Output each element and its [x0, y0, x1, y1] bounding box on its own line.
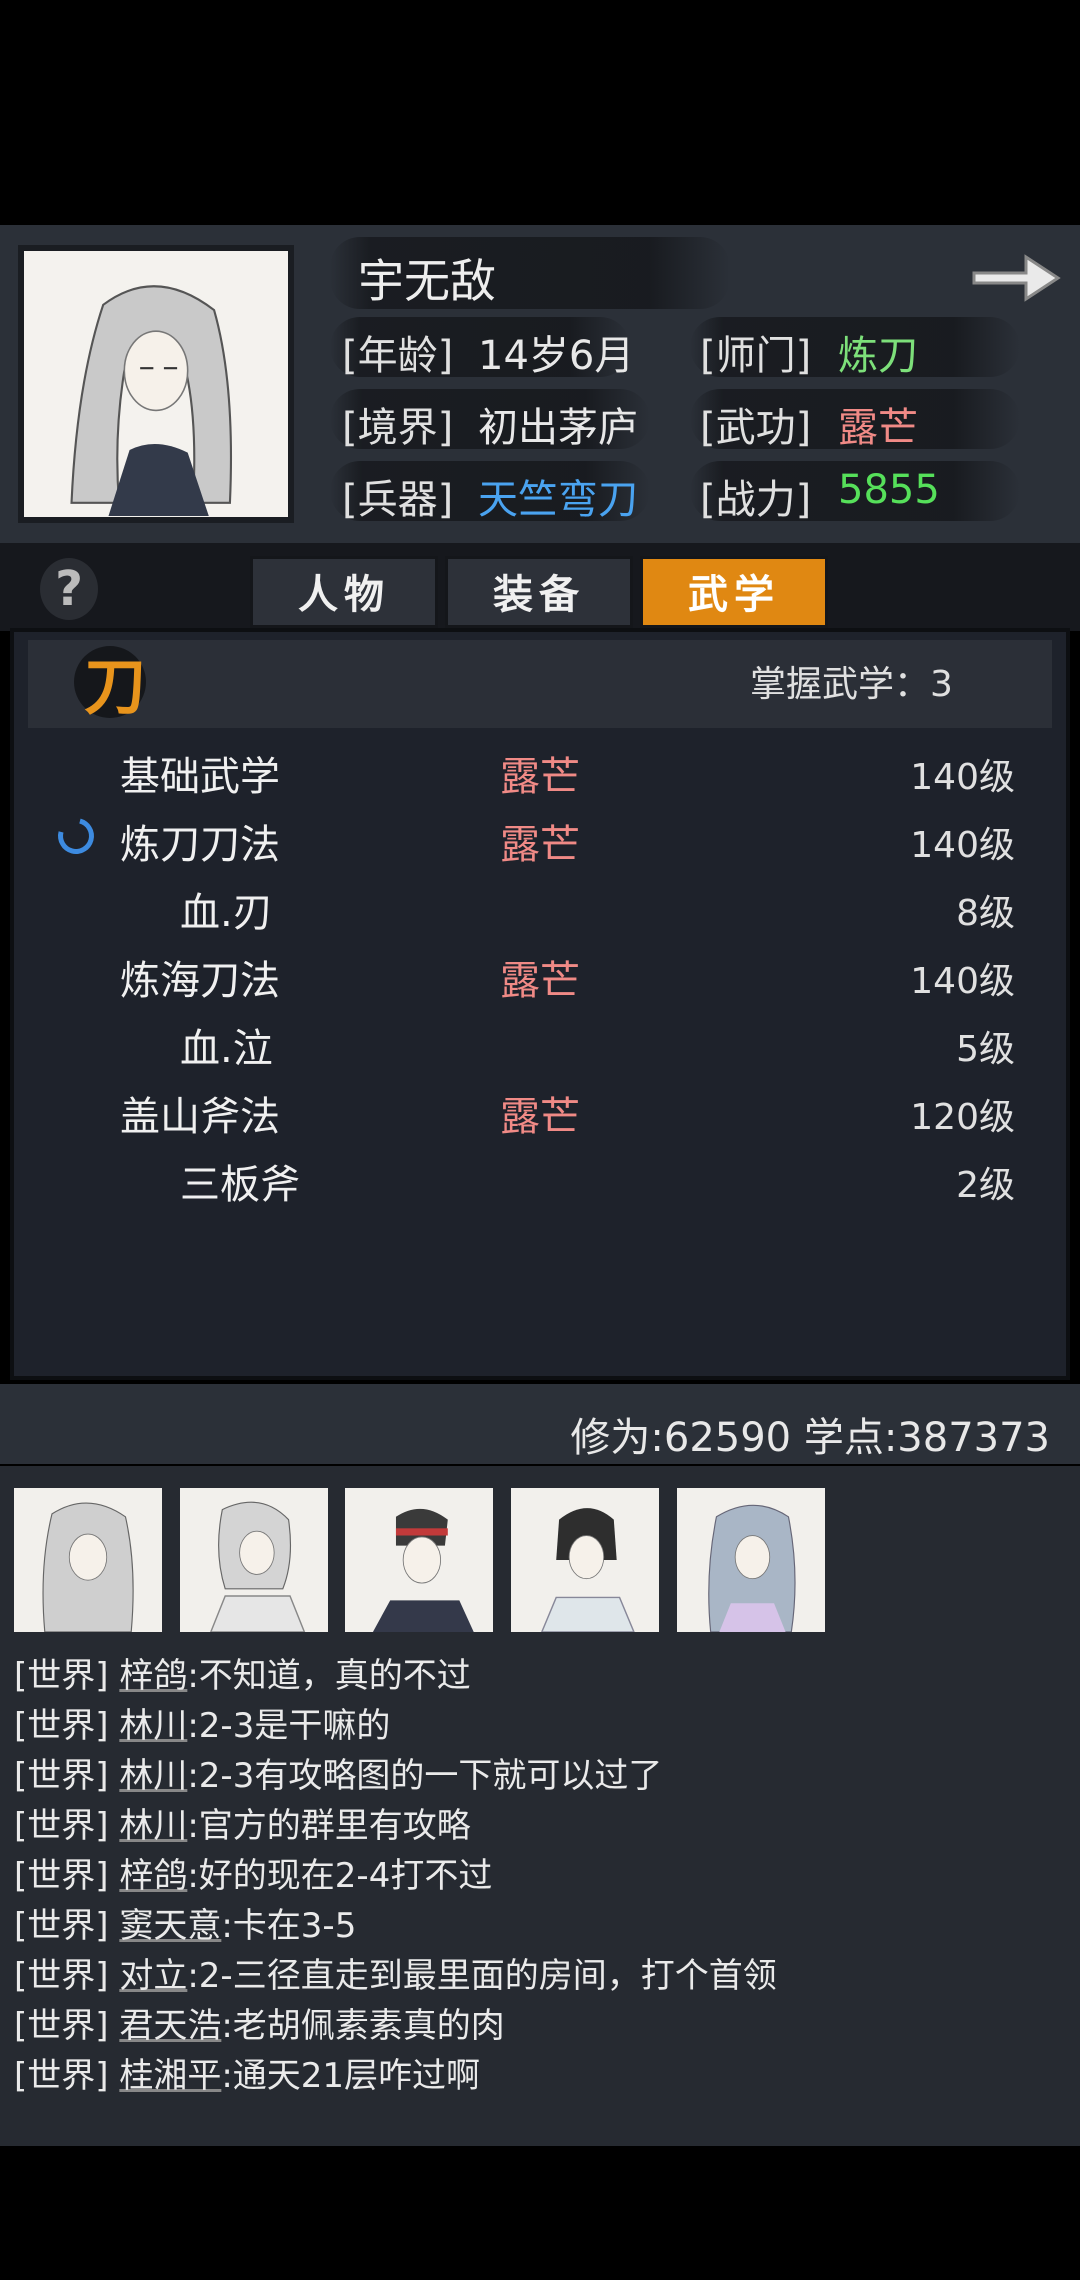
- weapon-value[interactable]: 天竺弯刀: [478, 467, 638, 525]
- skill-realm: 露芒: [500, 754, 580, 800]
- party-portrait-1[interactable]: [14, 1488, 162, 1632]
- skill-level: 140级: [910, 825, 1015, 866]
- chat-message: :2-三径直走到最里面的房间，打个首领: [187, 1956, 777, 1996]
- realm-value: 初出茅庐: [478, 405, 638, 451]
- skill-name[interactable]: 盖山斧法: [120, 1084, 280, 1142]
- skill-level: 120级: [910, 1097, 1015, 1138]
- school-value: 炼刀: [838, 333, 918, 379]
- skill-label: [武功]: [700, 405, 812, 451]
- chat-channel: [世界]: [14, 2006, 109, 2046]
- chat-line: [世界] 对立:2-三径直走到最里面的房间，打个首领: [14, 1948, 777, 1997]
- chat-line: [世界] 林川:2-3有攻略图的一下就可以过了: [14, 1748, 662, 1797]
- portrait-icon: [347, 1488, 491, 1632]
- chat-message: :通天21层咋过啊: [221, 2056, 481, 2096]
- arrow-right-icon[interactable]: [968, 243, 1064, 313]
- party-portrait-5[interactable]: [677, 1488, 825, 1632]
- portrait-icon: [24, 252, 288, 516]
- age-value: 14岁6月: [478, 333, 635, 379]
- chat-line: [世界] 梓鸽:不知道，真的不过: [14, 1648, 471, 1697]
- skill-name[interactable]: 炼海刀法: [120, 948, 280, 1006]
- chat-username[interactable]: 对立: [119, 1956, 187, 1996]
- power-value: 5855: [838, 467, 940, 513]
- skill-name[interactable]: 炼刀刀法: [120, 812, 280, 870]
- character-header: 宇无敌 [年龄] 14岁6月 [师门] 炼刀 [境界] 初出茅庐 [武功] 露芒…: [0, 225, 1080, 543]
- chat-channel: [世界]: [14, 2056, 109, 2096]
- weapon-label: [兵器]: [342, 477, 454, 523]
- chat-message: :不知道，真的不过: [187, 1656, 471, 1696]
- skill-realm: 露芒: [500, 822, 580, 868]
- chat-username[interactable]: 林川: [119, 1706, 187, 1746]
- chat-channel: [世界]: [14, 1856, 109, 1896]
- school-label: [师门]: [700, 333, 812, 379]
- chat-username[interactable]: 梓鸽: [119, 1856, 187, 1896]
- tab-martial-arts[interactable]: 武学: [640, 556, 828, 628]
- skill-level: 140级: [910, 757, 1015, 798]
- portrait-icon: [16, 1488, 160, 1632]
- skill-level: 8级: [956, 893, 1015, 934]
- chat-message: :好的现在2-4打不过: [187, 1856, 493, 1896]
- chat-username[interactable]: 林川: [119, 1756, 187, 1796]
- chat-channel: [世界]: [14, 1656, 109, 1696]
- chat-message: :官方的群里有攻略: [187, 1806, 471, 1846]
- skill-level: 5级: [956, 1029, 1015, 1070]
- skill-realm: 露芒: [500, 1094, 580, 1140]
- tab-character[interactable]: 人物: [250, 556, 438, 628]
- chat-username[interactable]: 君天浩: [119, 2006, 221, 2046]
- character-name: 宇无敌: [358, 254, 496, 308]
- party-portrait-4[interactable]: [511, 1488, 659, 1632]
- chat-line: [世界] 窦天意:卡在3-5: [14, 1898, 356, 1947]
- portrait-icon: [679, 1488, 823, 1632]
- chat-channel: [世界]: [14, 1706, 109, 1746]
- chat-line: [世界] 梓鸽:好的现在2-4打不过: [14, 1848, 492, 1897]
- skill-name[interactable]: 血.泣: [180, 1016, 273, 1074]
- chat-message: :2-3有攻略图的一下就可以过了: [187, 1756, 663, 1796]
- skill-name[interactable]: 基础武学: [120, 744, 280, 802]
- svg-text:刀: 刀: [84, 650, 146, 723]
- cultivation-stats: 修为:62590 学点:387373: [570, 1415, 1050, 1461]
- chat-username[interactable]: 窦天意: [119, 1906, 221, 1946]
- chat-username[interactable]: 桂湘平: [119, 2056, 221, 2096]
- chat-line: [世界] 桂湘平:通天21层咋过啊: [14, 2048, 480, 2097]
- chat-line: [世界] 林川:2-3是干嘛的: [14, 1698, 390, 1747]
- portrait-icon: [513, 1488, 657, 1632]
- party-portrait-3[interactable]: [345, 1488, 493, 1632]
- chat-message: :老胡佩素素真的肉: [221, 2006, 505, 2046]
- skill-realm: 露芒: [500, 958, 580, 1004]
- help-icon[interactable]: ?: [40, 558, 98, 620]
- chat-channel: [世界]: [14, 1756, 109, 1796]
- tab-equipment[interactable]: 装备: [445, 556, 633, 628]
- mastered-count: 掌握武学：3: [750, 664, 953, 705]
- power-label: [战力]: [700, 477, 812, 523]
- skill-name[interactable]: 三板斧: [180, 1152, 300, 1210]
- portrait-icon: [182, 1488, 326, 1632]
- realm-label: [境界]: [342, 405, 454, 451]
- chat-channel: [世界]: [14, 1906, 109, 1946]
- skill-name[interactable]: 血.刃: [180, 880, 273, 938]
- skill-value: 露芒: [838, 405, 918, 451]
- chat-line: [世界] 君天浩:老胡佩素素真的肉: [14, 1998, 505, 2047]
- chat-username[interactable]: 林川: [119, 1806, 187, 1846]
- character-portrait[interactable]: [18, 245, 294, 523]
- chat-message: :2-3是干嘛的: [187, 1706, 391, 1746]
- blade-icon: 刀: [70, 642, 160, 732]
- skill-level: 2级: [956, 1165, 1015, 1206]
- age-label: [年龄]: [342, 333, 454, 379]
- party-portrait-2[interactable]: [180, 1488, 328, 1632]
- chat-message: :卡在3-5: [221, 1906, 357, 1946]
- chat-username[interactable]: 梓鸽: [119, 1656, 187, 1696]
- chat-channel: [世界]: [14, 1956, 109, 1996]
- skill-level: 140级: [910, 961, 1015, 1002]
- chat-line: [世界] 林川:官方的群里有攻略: [14, 1798, 471, 1847]
- chat-channel: [世界]: [14, 1806, 109, 1846]
